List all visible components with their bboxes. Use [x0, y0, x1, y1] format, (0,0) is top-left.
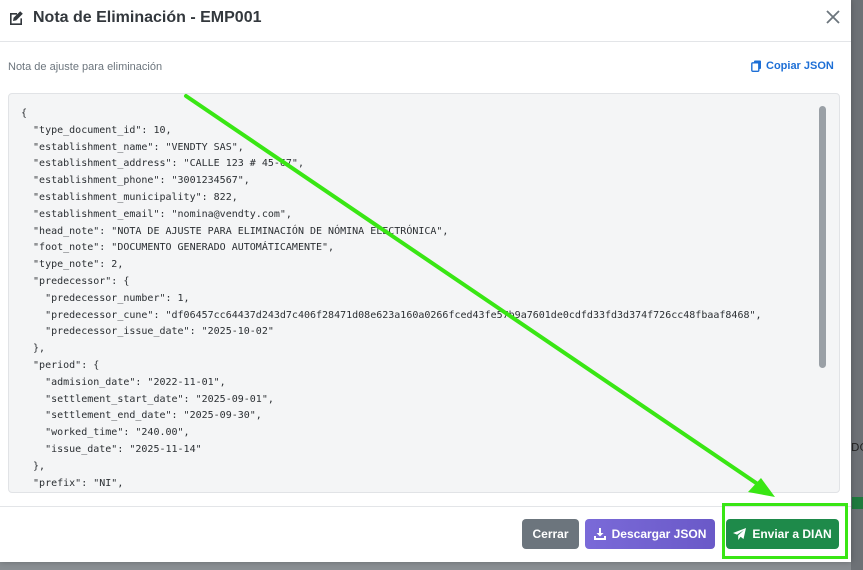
annotation-arrow — [184, 94, 775, 497]
